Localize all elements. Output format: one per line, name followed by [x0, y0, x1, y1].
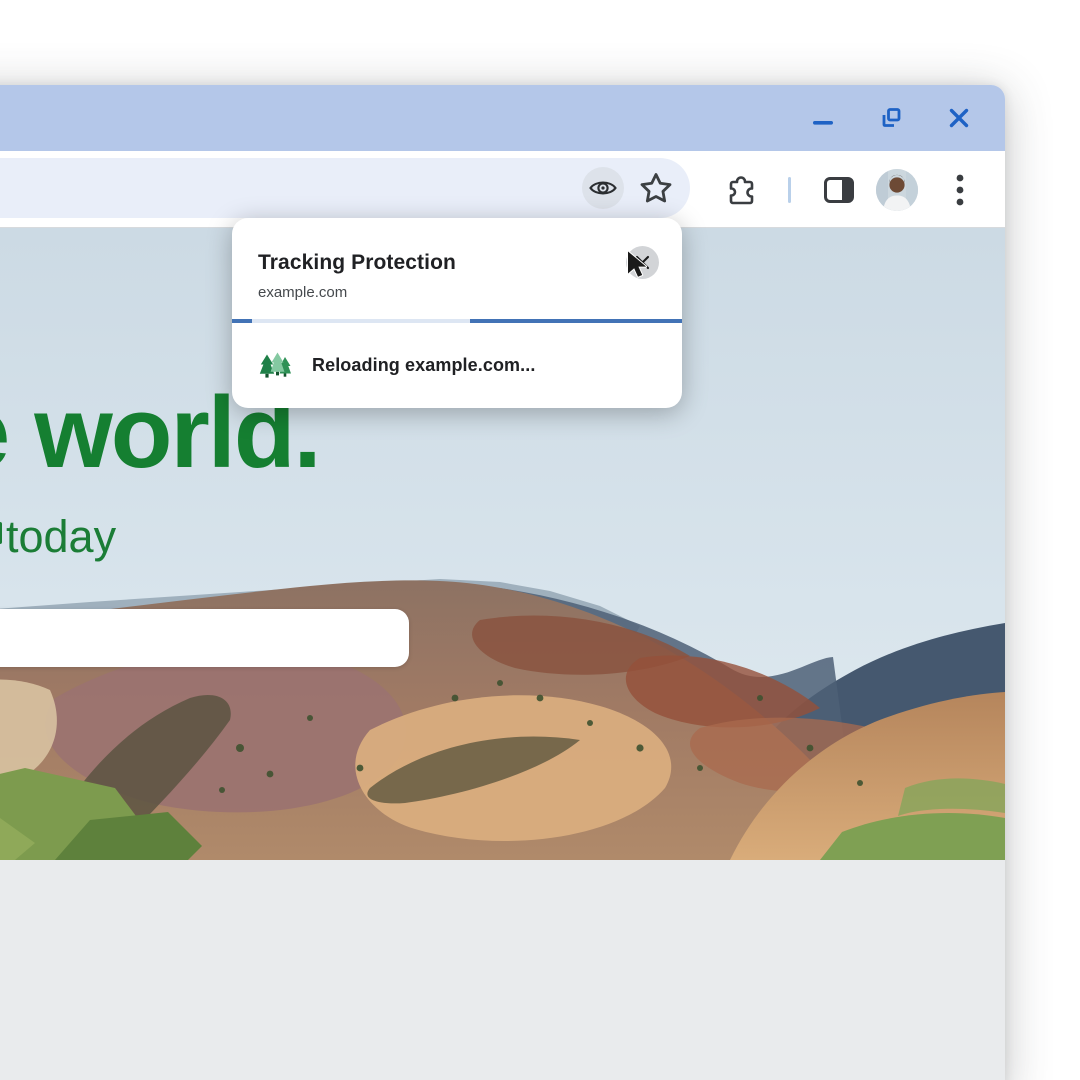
restore-button[interactable] [879, 106, 903, 130]
close-icon [948, 107, 970, 129]
eye-tracking-protection-icon [588, 177, 618, 199]
progress-segment [232, 319, 252, 323]
progress-segment [470, 319, 682, 323]
screenshot-canvas: e world. today Tracking Protection examp… [0, 0, 1080, 1080]
popup-header: Tracking Protection example.com [232, 218, 682, 319]
kebab-menu-icon [956, 174, 964, 206]
minimize-button[interactable] [811, 106, 835, 130]
mouse-cursor-arrow [626, 250, 654, 282]
tracking-protection-popup: Tracking Protection example.com Relo [232, 218, 682, 408]
popup-domain: example.com [258, 284, 347, 301]
window-controls [811, 85, 971, 151]
bookmark-button[interactable] [640, 173, 672, 204]
minimize-icon [812, 107, 834, 129]
side-panel-icon [824, 177, 854, 203]
popup-status-text: Reloading example.com... [312, 355, 535, 376]
evergreen-trees-icon [258, 352, 292, 379]
reload-progress-bar [232, 319, 682, 323]
page-subheading-fragment: today [6, 514, 116, 559]
restore-icon [880, 107, 902, 129]
extensions-button[interactable] [724, 151, 758, 228]
clipped-letter-fragment [0, 522, 2, 544]
browser-toolbar [0, 151, 1005, 228]
popup-body: Reloading example.com... [232, 323, 682, 408]
profile-button[interactable] [876, 151, 918, 228]
progress-segment [252, 319, 470, 323]
tracking-protection-button[interactable] [582, 167, 624, 209]
toolbar-divider [786, 151, 792, 228]
popup-title: Tracking Protection [258, 251, 456, 275]
page-search-input[interactable] [0, 609, 409, 667]
profile-avatar [876, 169, 918, 211]
window-titlebar[interactable] [0, 85, 1005, 151]
close-window-button[interactable] [947, 106, 971, 130]
address-bar[interactable] [0, 158, 690, 218]
side-panel-button[interactable] [824, 151, 854, 228]
bookmark-star-icon [640, 173, 672, 204]
extensions-puzzle-icon [726, 175, 756, 205]
browser-menu-button[interactable] [948, 151, 972, 228]
